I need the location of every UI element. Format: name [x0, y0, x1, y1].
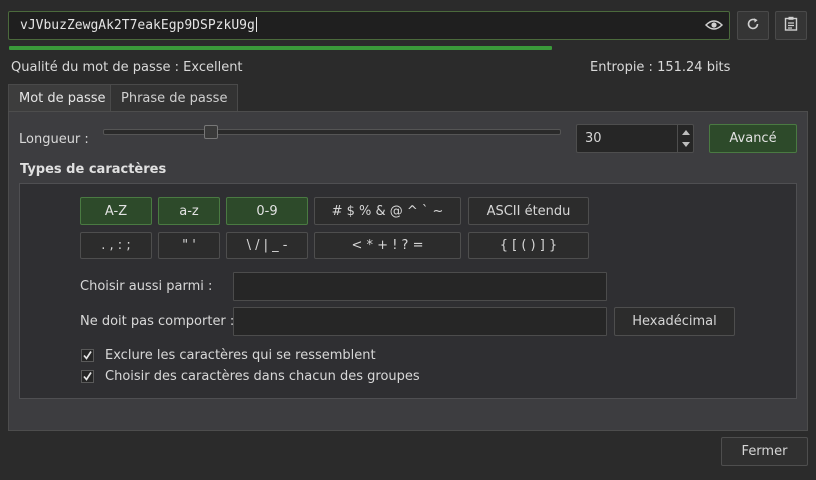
checkmark-icon	[83, 372, 92, 381]
length-label: Longueur :	[19, 132, 89, 147]
toggle-uppercase[interactable]: A-Z	[80, 197, 152, 225]
password-text-wrap: vJVbuzZewgAk2T7eakEgp9DSPzkU9g	[20, 17, 257, 33]
advanced-button[interactable]: Avancé	[709, 124, 797, 153]
toggle-special[interactable]: # $ % & @ ^ ` ~	[314, 197, 461, 225]
copy-button[interactable]	[775, 11, 807, 40]
exclude-lookalike-checkbox[interactable]	[81, 349, 94, 362]
toggle-dashes-slashes[interactable]: \ / | _ -	[226, 232, 308, 259]
text-caret	[255, 17, 257, 32]
toggle-lowercase[interactable]: a-z	[158, 197, 220, 225]
toggle-braces[interactable]: { [ ( ) ] }	[468, 232, 589, 259]
refresh-icon	[746, 17, 760, 35]
exclude-lookalike-label[interactable]: Exclure les caractères qui se ressemblen…	[105, 348, 376, 363]
tab-passphrase[interactable]: Phrase de passe	[110, 84, 239, 112]
exclude-label: Ne doit pas comporter :	[80, 314, 235, 329]
password-value: vJVbuzZewgAk2T7eakEgp9DSPzkU9g	[20, 18, 255, 33]
length-spinbox[interactable]: 30	[576, 124, 694, 153]
length-slider-handle[interactable]	[204, 125, 218, 139]
checkmark-icon	[83, 351, 92, 360]
also-choose-label: Choisir aussi parmi :	[80, 279, 213, 294]
toggle-digits[interactable]: 0-9	[226, 197, 308, 225]
password-field[interactable]: vJVbuzZewgAk2T7eakEgp9DSPzkU9g	[8, 11, 730, 40]
tab-password[interactable]: Mot de passe	[8, 84, 117, 112]
chevron-down-icon	[682, 142, 690, 147]
toggle-quotes[interactable]: " '	[158, 232, 220, 259]
entropy-label: Entropie : 151.24 bits	[590, 60, 731, 75]
clipboard-icon	[784, 16, 798, 35]
regenerate-button[interactable]	[737, 11, 769, 40]
strength-bar	[9, 46, 552, 50]
length-value: 30	[585, 131, 602, 146]
spin-arrows[interactable]	[677, 125, 693, 152]
exclude-input[interactable]	[233, 307, 607, 336]
every-group-label[interactable]: Choisir des caractères dans chacun des g…	[105, 369, 420, 384]
chevron-up-icon	[682, 130, 690, 135]
char-types-heading: Types de caractères	[20, 162, 167, 177]
eye-icon[interactable]	[704, 17, 724, 33]
every-group-checkbox[interactable]	[81, 370, 94, 383]
toggle-math[interactable]: < * + ! ? =	[314, 232, 461, 259]
close-button[interactable]: Fermer	[721, 437, 808, 466]
also-choose-input[interactable]	[233, 272, 607, 301]
length-slider-track[interactable]	[103, 129, 561, 135]
hexadecimal-button[interactable]: Hexadécimal	[614, 307, 735, 336]
toggle-extended-ascii[interactable]: ASCII étendu	[468, 197, 589, 225]
quality-label: Qualité du mot de passe : Excellent	[11, 60, 243, 75]
toggle-punctuation[interactable]: . , : ;	[80, 232, 152, 259]
